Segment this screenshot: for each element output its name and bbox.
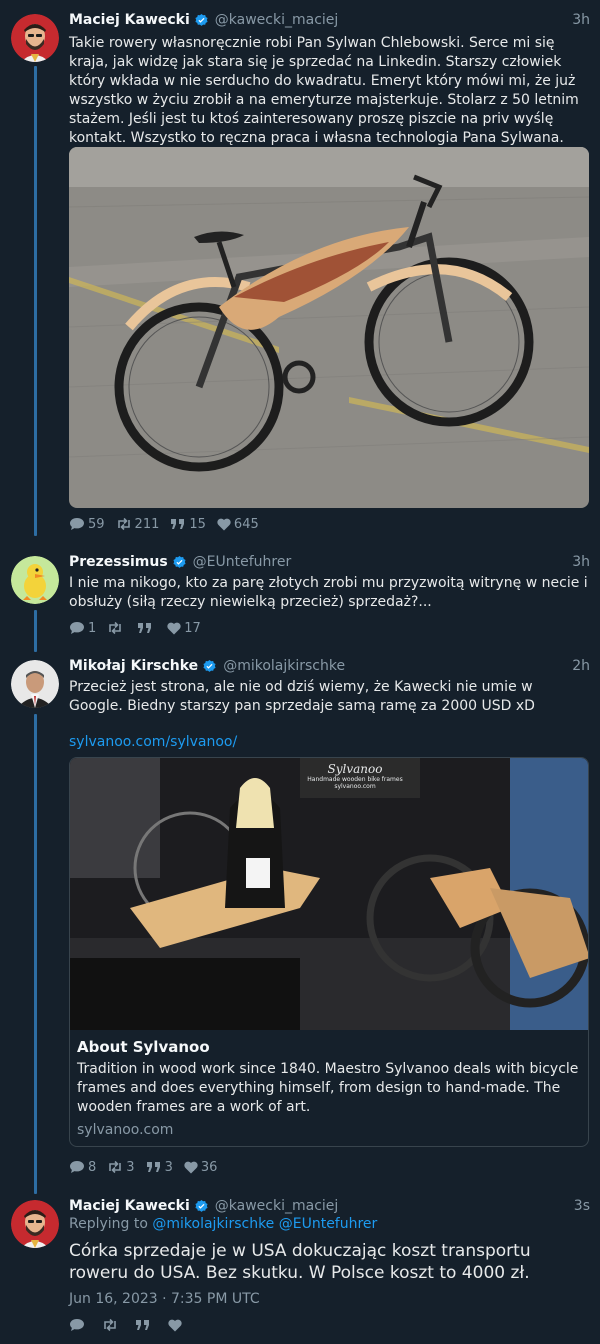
tweet-text: Przecież jest strona, ale nie od dziś wi… [69, 679, 535, 714]
replying-to: Replying to @mikolajkirschke @EUntefuhre… [69, 1216, 377, 1232]
retweet-stat[interactable]: 211 [116, 516, 160, 532]
quote-count: 15 [189, 516, 206, 532]
display-name[interactable]: Prezessimus [69, 554, 168, 570]
tweet-time[interactable]: 3s [574, 1198, 590, 1214]
tweet-header: Mikołaj Kirschke @mikolajkirschke 2h [69, 656, 590, 676]
link-card[interactable]: Sylvanoo Handmade wooden bike frames syl… [69, 757, 589, 1147]
comment-icon [70, 518, 84, 530]
retweet-icon [109, 1160, 122, 1174]
quote-stat[interactable]: 3 [146, 1160, 173, 1175]
card-title: About Sylvanoo [77, 1038, 210, 1056]
avatar[interactable] [11, 1200, 59, 1248]
banner-url: sylvanoo.com [334, 783, 376, 790]
like-stat[interactable]: 645 [217, 517, 259, 532]
tweet-date[interactable]: Jun 16, 2023 · 7:35 PM UTC [69, 1291, 260, 1307]
card-description: Tradition in wood work since 1840. Maest… [77, 1061, 579, 1115]
tweet-stats [69, 1316, 196, 1334]
heart-icon [217, 518, 231, 530]
display-name[interactable]: Mikołaj Kirschke [69, 658, 198, 674]
reply-stat[interactable]: 1 [69, 621, 96, 636]
heart-icon [168, 1319, 182, 1331]
tweet-stats: 8 3 3 36 [69, 1158, 228, 1176]
reply-count: 1 [88, 620, 97, 636]
retweet-icon [117, 517, 130, 531]
tweet-time[interactable]: 3h [572, 554, 590, 570]
like-stat[interactable] [168, 1319, 185, 1332]
verified-badge-icon [194, 1199, 209, 1214]
comment-icon [70, 622, 84, 634]
like-count: 36 [200, 1159, 218, 1175]
tweet-stats: 1 17 [69, 619, 212, 637]
tweet-image[interactable] [69, 147, 589, 508]
quote-icon [171, 519, 185, 529]
card-domain: sylvanoo.com [77, 1122, 174, 1138]
tweet[interactable]: Mikołaj Kirschke @mikolajkirschke 2h Prz… [0, 656, 600, 1176]
retweet-stat[interactable] [102, 1318, 121, 1332]
like-count: 17 [184, 620, 201, 636]
quote-count: 3 [164, 1159, 173, 1175]
verified-badge-icon [194, 13, 209, 28]
retweet-count: 3 [126, 1159, 135, 1175]
tweet[interactable]: Prezessimus @EUntefuhrer 3h I nie ma nik… [0, 552, 600, 642]
heart-icon [184, 1161, 198, 1173]
tweet-header: Prezessimus @EUntefuhrer 3h [69, 552, 590, 572]
card-banner: Sylvanoo Handmade wooden bike frames syl… [290, 762, 420, 802]
retweet-icon [104, 1318, 116, 1332]
user-handle[interactable]: @kawecki_maciej [215, 1198, 339, 1214]
card-image: Sylvanoo Handmade wooden bike frames syl… [70, 758, 588, 1030]
heart-icon [167, 622, 181, 634]
tweet-time[interactable]: 2h [572, 658, 590, 674]
quote-stat[interactable]: 15 [170, 517, 206, 532]
retweet-icon [109, 621, 122, 635]
display-name[interactable]: Maciej Kawecki [69, 12, 190, 28]
reply-count: 59 [88, 516, 105, 532]
replying-label: Replying to [69, 1216, 148, 1232]
comment-icon [70, 1161, 84, 1173]
avatar[interactable] [11, 556, 59, 604]
quote-stat[interactable] [135, 1318, 154, 1332]
tweet[interactable]: Maciej Kawecki @kawecki_maciej 3h Takie … [0, 10, 600, 535]
like-stat[interactable]: 17 [167, 621, 201, 636]
quote-icon [136, 1320, 149, 1330]
tweet-time[interactable]: 3h [572, 12, 590, 28]
user-handle[interactable]: @EUntefuhrer [193, 554, 292, 570]
user-handle[interactable]: @kawecki_maciej [215, 12, 339, 28]
comment-icon [70, 1319, 84, 1331]
tweet-stats: 59 211 15 645 [69, 515, 270, 533]
tweet-header: Maciej Kawecki @kawecki_maciej 3h [69, 10, 590, 30]
tweet-text: I nie ma nikogo, kto za parę złotych zro… [69, 575, 588, 610]
reply-count: 8 [88, 1159, 97, 1175]
card-body: About Sylvanoo Tradition in wood work si… [70, 1030, 588, 1138]
display-name[interactable]: Maciej Kawecki [69, 1198, 190, 1214]
retweet-stat[interactable]: 3 [107, 1159, 135, 1175]
quote-stat[interactable] [137, 621, 156, 635]
like-count: 645 [233, 516, 259, 532]
user-handle[interactable]: @mikolajkirschke [223, 658, 345, 674]
tweet-header: Maciej Kawecki @kawecki_maciej 3s [69, 1196, 590, 1216]
reply-stat[interactable] [69, 1318, 88, 1332]
banner-subtitle: Handmade wooden bike frames [307, 776, 403, 783]
reply-stat[interactable]: 8 [69, 1160, 96, 1175]
tweet-main[interactable]: Maciej Kawecki @kawecki_maciej 3s Replyi… [0, 1196, 600, 1336]
avatar[interactable] [11, 660, 59, 708]
tweet-text: Takie rowery własnoręcznie robi Pan Sylw… [69, 35, 579, 146]
banner-title: Sylvanoo [327, 762, 383, 776]
like-stat[interactable]: 36 [184, 1159, 218, 1175]
replying-handles[interactable]: @mikolajkirschke @EUntefuhrer [152, 1216, 377, 1232]
quote-icon [146, 1162, 160, 1172]
retweet-count: 211 [134, 516, 160, 532]
quote-icon [138, 623, 152, 633]
tweet-text: Córka sprzedaje je w USA dokuczając kosz… [69, 1241, 531, 1283]
reply-stat[interactable]: 59 [69, 517, 105, 532]
tweet-link[interactable]: sylvanoo.com/sylvanoo/ [69, 733, 590, 752]
avatar[interactable] [11, 14, 59, 62]
verified-badge-icon [172, 555, 187, 570]
retweet-stat[interactable] [107, 621, 126, 635]
verified-badge-icon [202, 659, 217, 674]
